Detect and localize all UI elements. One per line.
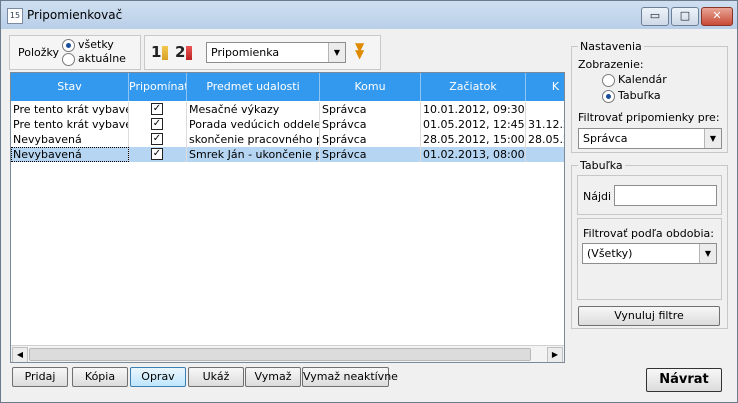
cell-predmet: Smrek Ján - ukončenie platnosti xyxy=(187,147,320,162)
column-header-predmet[interactable]: Predmet udalosti xyxy=(187,73,320,101)
column-header-pripominat[interactable]: Pripomínať xyxy=(129,73,187,101)
tabulka-panel: Tabuľka Nájdi Filtrovať podľa obdobia: (… xyxy=(571,159,728,329)
chevron-down-icon[interactable]: ▼ xyxy=(328,43,345,62)
cell-zaciatok: 10.01.2012, 09:30 xyxy=(423,102,526,117)
cell-komu: Správca xyxy=(320,117,421,132)
obdobie-select-value: (Všetky) xyxy=(587,247,633,260)
cell-pripominat: ✓ xyxy=(129,132,187,147)
column-header-stav[interactable]: Stav xyxy=(11,73,129,101)
cell-koniec xyxy=(526,147,564,162)
cell-predmet: Porada vedúcich oddelení xyxy=(189,117,320,132)
radio-vsetky[interactable] xyxy=(62,39,75,52)
checkbox-pripominat[interactable]: ✓ xyxy=(151,133,163,145)
cell-stav: Pre tento krát vybavená xyxy=(11,102,129,117)
radio-aktualne-label[interactable]: aktuálne xyxy=(78,52,126,65)
zobrazenie-label: Zobrazenie: xyxy=(578,58,644,71)
vymaz-neaktivne-button[interactable]: Vymaž neaktívne xyxy=(302,367,398,387)
cell-komu: Správca xyxy=(320,147,421,162)
cell-stav: Pre tento krát vybavená xyxy=(11,117,129,132)
table-row[interactable]: Nevybavená ✓ skončenie pracovného pomeru… xyxy=(11,132,564,147)
table-header: Stav Pripomínať Predmet udalosti Komu Za… xyxy=(11,73,564,101)
column-header-zaciatok[interactable]: Začiatok xyxy=(421,73,526,101)
ukaz-button[interactable]: Ukáž xyxy=(188,367,244,387)
polozky-label: Položky xyxy=(18,46,60,59)
oprav-button[interactable]: Oprav xyxy=(130,367,186,387)
cell-stav: Nevybavená xyxy=(11,147,129,162)
cell-predmet: skončenie pracovného pomeru xyxy=(187,132,320,147)
main-window: 15 Pripomienkovač ▭ □ ✕ Položky všetky a… xyxy=(0,0,738,403)
kopia-button[interactable]: Kópia xyxy=(72,367,128,387)
cell-zaciatok: 28.05.2012, 15:00 xyxy=(423,132,526,147)
maximize-icon: □ xyxy=(679,9,691,22)
obdobie-label: Filtrovať podľa obdobia: xyxy=(583,227,714,240)
type-select[interactable]: Pripomienka ▼ xyxy=(206,42,346,63)
double-chevron-down-icon[interactable]: ▼ ▼ xyxy=(355,41,364,60)
type-select-value: Pripomienka xyxy=(211,46,280,59)
vymaz-button[interactable]: Vymaž xyxy=(245,367,301,387)
calendar-icon: 15 xyxy=(7,8,23,24)
najdi-input[interactable] xyxy=(614,185,717,206)
settings-title: Nastavenia xyxy=(578,40,644,53)
search-group: Nájdi xyxy=(577,175,722,215)
radio-aktualne[interactable] xyxy=(62,53,75,66)
reminders-table: Stav Pripomínať Predmet udalosti Komu Za… xyxy=(10,72,565,363)
cell-pripominat: ✓ xyxy=(129,117,187,132)
cell-komu: Správca xyxy=(320,132,421,147)
sort-2-icon: 2 xyxy=(175,43,186,61)
sort-ascending-button[interactable]: 1 xyxy=(151,41,173,63)
najdi-label: Nájdi xyxy=(583,190,612,203)
cell-pripominat: ✓ xyxy=(129,102,187,117)
pridaj-button[interactable]: Pridaj xyxy=(12,367,68,387)
scroll-right-icon[interactable]: ▶ xyxy=(547,347,563,362)
radio-vsetky-label[interactable]: všetky xyxy=(78,38,114,51)
navrat-button[interactable]: Návrat xyxy=(646,368,722,392)
window-title: Pripomienkovač xyxy=(27,8,123,22)
tabulka-title: Tabuľka xyxy=(578,159,625,172)
cell-komu: Správca xyxy=(320,102,421,117)
period-group: Filtrovať podľa obdobia: (Všetky) ▼ xyxy=(577,218,722,300)
checkbox-pripominat[interactable]: ✓ xyxy=(151,118,163,130)
table-row[interactable]: Pre tento krát vybavená ✓ Mesačné výkazy… xyxy=(11,102,564,117)
items-filter-group: Položky všetky aktuálne xyxy=(9,35,141,70)
table-row[interactable]: Pre tento krát vybavená ✓ Porada vedúcic… xyxy=(11,117,564,132)
title-bar[interactable]: 15 Pripomienkovač ▭ □ ✕ xyxy=(1,1,737,29)
cell-zaciatok: 01.02.2013, 08:00 xyxy=(423,147,526,162)
client-area: Položky všetky aktuálne 1 2 Pripomienka … xyxy=(6,31,732,397)
chevron-down-icon[interactable]: ▼ xyxy=(699,244,716,263)
cell-koniec: 31.12.2 xyxy=(526,117,564,132)
filter-select[interactable]: Správca ▼ xyxy=(578,128,722,149)
minimize-button[interactable]: ▭ xyxy=(641,7,669,26)
close-button[interactable]: ✕ xyxy=(701,7,733,26)
cell-koniec: 28.05.2 xyxy=(526,132,564,147)
checkbox-pripominat[interactable]: ✓ xyxy=(151,103,163,115)
checkbox-pripominat[interactable]: ✓ xyxy=(151,148,163,160)
toolbar-actions: 1 2 Pripomienka ▼ ▼ ▼ xyxy=(144,35,381,70)
sort-descending-button[interactable]: 2 xyxy=(175,41,197,63)
scrollbar-thumb[interactable] xyxy=(29,348,531,361)
radio-tabulka-label[interactable]: Tabuľka xyxy=(618,89,661,102)
column-header-komu[interactable]: Komu xyxy=(320,73,421,101)
vynuluj-filtre-button[interactable]: Vynuluj filtre xyxy=(578,306,720,326)
settings-panel: Nastavenia Zobrazenie: Kalendár Tabuľka … xyxy=(571,40,728,153)
close-icon: ✕ xyxy=(712,9,722,22)
cell-predmet: Mesačné výkazy xyxy=(187,102,320,117)
radio-tabulka[interactable] xyxy=(602,90,615,103)
cell-pripominat: ✓ xyxy=(129,147,187,162)
table-row-selected[interactable]: Nevybavená ✓ Smrek Ján - ukončenie platn… xyxy=(11,147,564,162)
radio-kalendar-label[interactable]: Kalendár xyxy=(618,73,667,86)
scroll-left-icon[interactable]: ◀ xyxy=(12,347,28,362)
obdobie-select[interactable]: (Všetky) ▼ xyxy=(582,243,717,264)
filter-select-value: Správca xyxy=(583,132,628,145)
minimize-icon: ▭ xyxy=(649,9,661,22)
cell-stav: Nevybavená xyxy=(11,132,129,147)
maximize-button[interactable]: □ xyxy=(671,7,699,26)
chevron-down-icon[interactable]: ▼ xyxy=(704,129,721,148)
filter-label: Filtrovať pripomienky pre: xyxy=(578,111,720,124)
cell-koniec xyxy=(526,102,564,117)
horizontal-scrollbar[interactable]: ◀ ▶ xyxy=(11,345,564,362)
cell-zaciatok: 01.05.2012, 12:45 xyxy=(423,117,526,132)
sort-1-icon: 1 xyxy=(151,43,162,61)
column-header-koniec[interactable]: K xyxy=(526,73,564,101)
radio-kalendar[interactable] xyxy=(602,74,615,87)
